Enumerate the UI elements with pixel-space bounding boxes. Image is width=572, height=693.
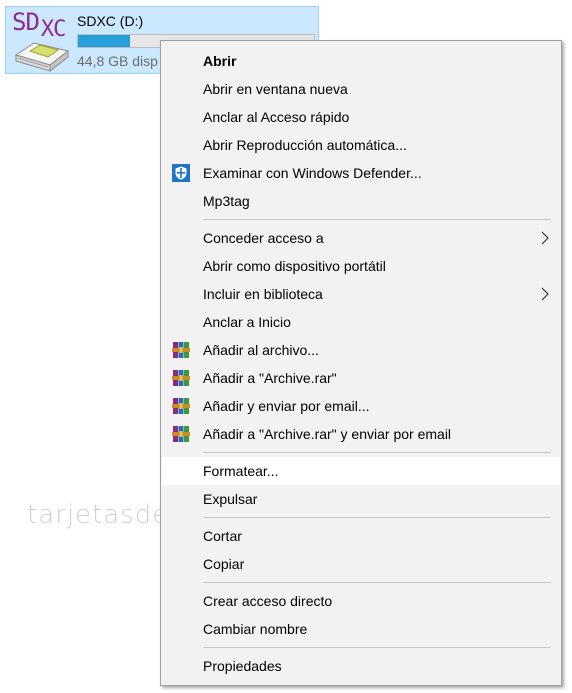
context-menu: Abrir Abrir en ventana nueva Anclar al A… <box>160 40 562 686</box>
sdxc-logo: SDXC <box>12 8 66 42</box>
winrar-books-icon <box>172 398 190 414</box>
menu-item-open-new-window[interactable]: Abrir en ventana nueva <box>161 75 561 103</box>
sd-card-drive-icon <box>14 42 70 73</box>
menu-separator <box>203 647 551 648</box>
menu-item-create-shortcut[interactable]: Crear acceso directo <box>161 587 561 615</box>
chevron-right-icon <box>541 231 549 245</box>
menu-separator <box>203 582 551 583</box>
menu-item-add-email[interactable]: Añadir y enviar por email... <box>161 392 561 420</box>
menu-item-format[interactable]: Formatear... <box>162 457 560 485</box>
menu-item-mp3tag[interactable]: Mp3tag <box>161 187 561 215</box>
windows-defender-shield-icon <box>172 164 190 182</box>
menu-separator <box>203 517 551 518</box>
menu-item-pin-quick-access[interactable]: Anclar al Acceso rápido <box>161 103 561 131</box>
winrar-books-icon <box>172 342 190 358</box>
drive-usage-fill <box>78 35 130 47</box>
menu-item-autoplay[interactable]: Abrir Reproducción automática... <box>161 131 561 159</box>
menu-separator <box>203 219 551 220</box>
menu-item-windows-defender[interactable]: Examinar con Windows Defender... <box>161 159 561 187</box>
menu-item-open[interactable]: Abrir <box>161 47 561 75</box>
menu-item-include-library[interactable]: Incluir en biblioteca <box>161 280 561 308</box>
menu-item-add-archive-rar[interactable]: Añadir a "Archive.rar" <box>161 364 561 392</box>
menu-item-give-access[interactable]: Conceder acceso a <box>161 224 561 252</box>
menu-item-add-archive[interactable]: Añadir al archivo... <box>161 336 561 364</box>
menu-item-add-rar-email[interactable]: Añadir a "Archive.rar" y enviar por emai… <box>161 420 561 448</box>
chevron-right-icon <box>541 287 549 301</box>
drive-name: SDXC (D:) <box>77 13 144 29</box>
menu-item-pin-start[interactable]: Anclar a Inicio <box>161 308 561 336</box>
menu-separator <box>203 452 551 453</box>
menu-item-rename[interactable]: Cambiar nombre <box>161 615 561 643</box>
menu-item-copy[interactable]: Copiar <box>161 550 561 578</box>
winrar-books-icon <box>172 370 190 386</box>
menu-item-open-portable-device[interactable]: Abrir como dispositivo portátil <box>161 252 561 280</box>
menu-item-properties[interactable]: Propiedades <box>161 652 561 680</box>
menu-item-cut[interactable]: Cortar <box>161 522 561 550</box>
drive-free-space: 44,8 GB disp <box>77 53 158 69</box>
winrar-books-icon <box>172 426 190 442</box>
menu-item-eject[interactable]: Expulsar <box>161 485 561 513</box>
